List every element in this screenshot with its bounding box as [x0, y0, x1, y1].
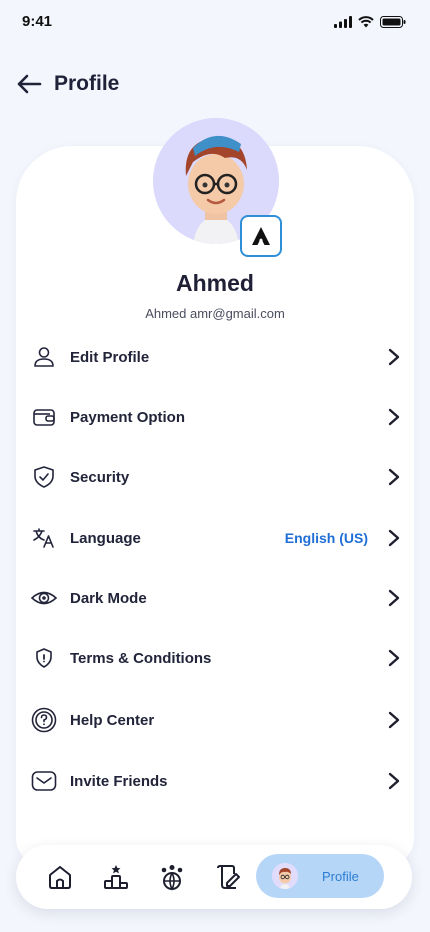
menu-item-terms-conditions[interactable]: Terms & Conditions: [30, 638, 402, 678]
chevron-right-icon: [386, 347, 402, 367]
chevron-right-icon: [386, 710, 402, 730]
verified-badge: [240, 215, 282, 257]
chevron-right-icon: [386, 407, 402, 427]
user-icon: [30, 343, 58, 371]
help-icon: [30, 706, 58, 734]
menu-label: Dark Mode: [70, 589, 147, 607]
menu-item-dark-mode[interactable]: Dark Mode: [30, 578, 402, 618]
wifi-icon: [358, 15, 374, 33]
menu-label: Language: [70, 529, 141, 547]
menu-item-security[interactable]: Security: [30, 457, 402, 497]
eye-icon: [30, 584, 58, 612]
leaderboard-icon: [104, 865, 128, 889]
status-time: 9:41: [22, 13, 53, 30]
translate-icon: [30, 524, 58, 552]
header: Profile: [14, 66, 119, 102]
mini-avatar: [272, 863, 298, 889]
page-title: Profile: [54, 72, 120, 95]
status-bar: 9:41: [0, 0, 430, 44]
menu-label: Help Center: [70, 711, 155, 729]
notes-icon: [217, 865, 240, 889]
shield-icon: [30, 644, 58, 672]
arrow-left-icon: [17, 74, 42, 94]
nav-profile-label: Profile: [322, 868, 359, 884]
nav-home[interactable]: [44, 861, 76, 893]
wallet-icon: [30, 403, 58, 431]
menu-label: Edit Profile: [70, 348, 150, 366]
bottom-nav: Profile: [16, 845, 412, 909]
menu-item-edit-profile[interactable]: Edit Profile: [30, 337, 402, 377]
menu-label: Security: [70, 468, 130, 486]
menu-item-invite-friends[interactable]: Invite Friends: [30, 761, 402, 801]
shield-check-icon: [30, 463, 58, 491]
back-button[interactable]: [14, 69, 44, 99]
chevron-right-icon: [386, 588, 402, 608]
menu-label: Invite Friends: [70, 772, 168, 790]
chevron-right-icon: [386, 771, 402, 791]
chevron-right-icon: [386, 528, 402, 548]
nav-leaderboard[interactable]: [100, 861, 132, 893]
profile-card: [16, 146, 414, 866]
chevron-right-icon: [386, 648, 402, 668]
user-name: Ahmed: [176, 270, 254, 296]
community-icon: [161, 865, 183, 891]
menu-item-payment-option[interactable]: Payment Option: [30, 397, 402, 437]
user-email: Ahmed amr@gmail.com: [145, 306, 285, 321]
status-icons: [334, 15, 406, 33]
menu-label: Terms & Conditions: [70, 649, 212, 667]
mail-icon: [30, 767, 58, 795]
chevron-right-icon: [386, 467, 402, 487]
language-value: English (US): [284, 530, 368, 546]
home-icon: [49, 866, 71, 889]
menu-label: Payment Option: [70, 408, 186, 426]
signal-icon: [334, 15, 352, 33]
nav-notes[interactable]: [212, 861, 244, 893]
menu-item-help-center[interactable]: Help Center: [30, 700, 402, 740]
logo-icon: [252, 227, 270, 245]
nav-community[interactable]: [156, 861, 188, 893]
menu-item-language[interactable]: Language English (US): [30, 518, 402, 558]
battery-icon: [380, 15, 406, 33]
nav-profile[interactable]: Profile: [256, 854, 384, 898]
